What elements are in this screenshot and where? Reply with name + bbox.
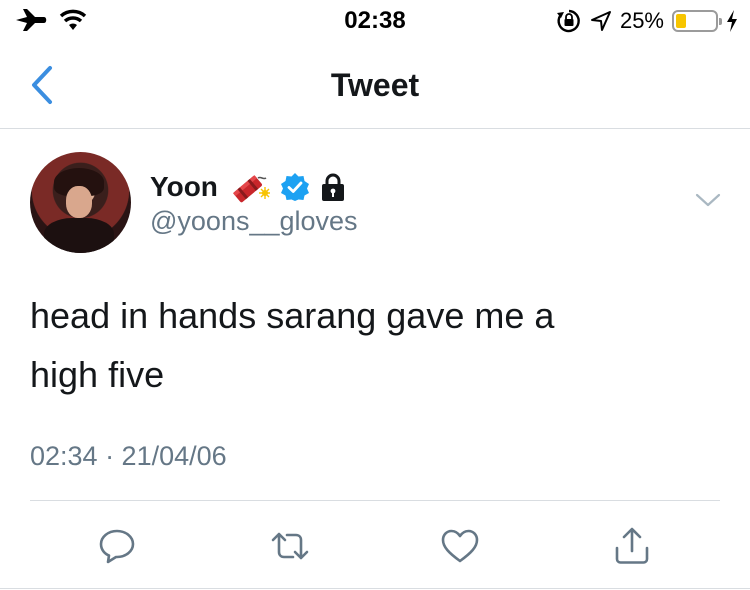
tweet-text-line: head in hands sarang gave me a xyxy=(30,295,555,336)
author-handle[interactable]: @yoons__gloves xyxy=(150,206,358,237)
author-name-row[interactable]: Yoon xyxy=(150,168,346,206)
like-button[interactable] xyxy=(438,524,482,568)
status-right: 25% xyxy=(556,8,738,34)
firecracker-emoji xyxy=(232,175,270,203)
orientation-lock-icon xyxy=(556,9,580,33)
divider xyxy=(0,588,750,589)
tweet-text: head in hands sarang gave me a high five xyxy=(30,286,720,404)
tweet-menu-caret[interactable] xyxy=(694,190,722,210)
reply-icon xyxy=(99,529,135,564)
battery-icon xyxy=(672,10,722,32)
share-button[interactable] xyxy=(610,524,654,568)
charging-bolt-icon xyxy=(727,10,737,32)
retweet-icon xyxy=(271,532,309,560)
lock-icon xyxy=(321,173,344,201)
retweet-button[interactable] xyxy=(268,524,312,568)
like-icon xyxy=(441,529,479,563)
battery-level-fill xyxy=(676,14,686,28)
battery-percent: 25% xyxy=(619,8,664,33)
avatar-body xyxy=(44,218,114,253)
tweet-action-bar xyxy=(0,520,750,570)
battery-nub xyxy=(719,18,722,25)
share-icon xyxy=(615,527,649,564)
location-icon xyxy=(590,11,611,31)
author-display-name: Yoon xyxy=(150,171,218,202)
chevron-down-icon xyxy=(695,193,721,207)
avatar[interactable] xyxy=(30,152,131,253)
reply-button[interactable] xyxy=(95,524,139,568)
page-title: Tweet xyxy=(330,67,420,103)
navigation-bar: Tweet xyxy=(0,40,750,129)
avatar-face xyxy=(66,186,92,218)
verified-badge-icon xyxy=(280,173,309,201)
divider xyxy=(30,500,720,501)
tweet-timestamp: 02:34 · 21/04/06 xyxy=(30,441,227,471)
tweet-text-line: high five xyxy=(30,354,165,395)
status-bar: 02:38 25% xyxy=(0,0,750,40)
